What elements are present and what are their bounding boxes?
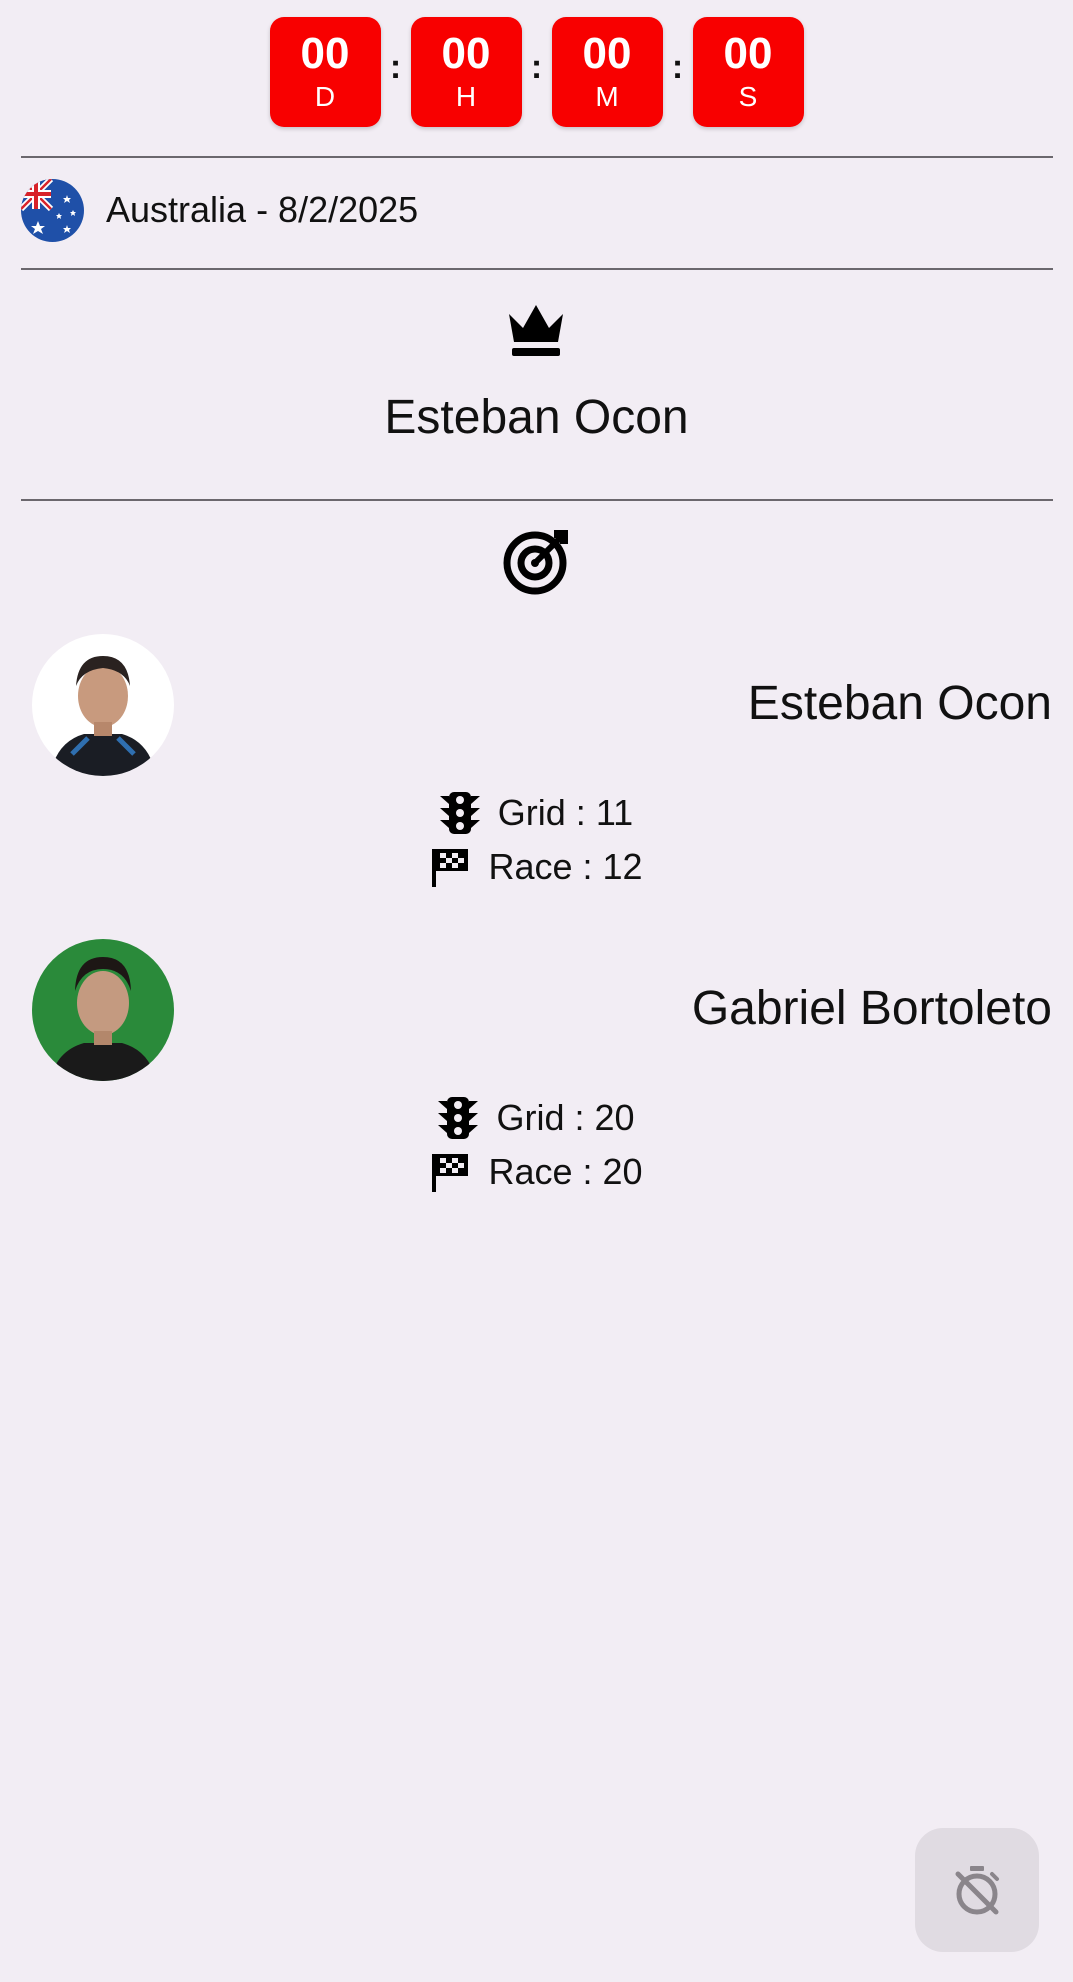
target-icon	[502, 526, 572, 596]
traffic-light-icon	[439, 792, 480, 834]
driver-name: Esteban Ocon	[747, 677, 1052, 730]
driver-card[interactable]: Esteban Ocon Grid : 11 Race : 12	[0, 634, 1073, 934]
race-stat: Race : 20	[0, 1151, 1073, 1193]
divider	[21, 156, 1053, 158]
grid-stat: Grid : 20	[0, 1097, 1073, 1139]
grid-stat: Grid : 11	[0, 792, 1073, 834]
countdown-seconds-value: 00	[723, 29, 773, 78]
driver-avatar	[32, 939, 174, 1081]
countdown-separator: :	[389, 48, 402, 86]
timer-off-icon	[955, 1866, 999, 1915]
countdown-separator: :	[671, 48, 684, 86]
countdown-minutes: 00 M	[551, 17, 663, 127]
countdown-days-value: 00	[300, 29, 350, 78]
countdown-seconds: 00 S	[692, 17, 804, 127]
countdown-days-unit: D	[314, 81, 336, 112]
countdown-hours-unit: H	[455, 81, 477, 112]
driver-avatar	[32, 634, 174, 776]
divider	[21, 268, 1053, 270]
countdown-minutes-value: 00	[582, 29, 632, 78]
checkered-flag-icon	[432, 1154, 469, 1192]
australia-flag-icon	[21, 178, 84, 242]
race-title: Australia - 8/2/2025	[106, 189, 419, 230]
driver-name: Gabriel Bortoleto	[691, 982, 1052, 1035]
countdown-separator: :	[530, 48, 543, 86]
traffic-light-icon	[438, 1097, 479, 1139]
timer-toggle-button[interactable]	[915, 1828, 1039, 1952]
countdown-timer: 00 D : 00 H : 00 M : 00 S	[0, 16, 1073, 128]
countdown-days: 00 D	[269, 17, 381, 127]
grid-position: Grid : 11	[497, 792, 634, 833]
countdown-seconds-unit: S	[738, 81, 758, 112]
race-stat: Race : 12	[0, 846, 1073, 888]
divider	[21, 499, 1053, 501]
grid-position: Grid : 20	[496, 1097, 635, 1138]
winner-name: Esteban Ocon	[384, 391, 689, 444]
countdown-minutes-unit: M	[595, 81, 619, 112]
race-position: Race : 12	[488, 846, 643, 887]
countdown-hours: 00 H	[410, 17, 522, 127]
race-position: Race : 20	[488, 1151, 643, 1192]
driver-card[interactable]: Gabriel Bortoleto Grid : 20 Race : 20	[0, 939, 1073, 1239]
race-header[interactable]: Australia - 8/2/2025	[21, 178, 418, 242]
crown-icon	[506, 302, 566, 358]
checkered-flag-icon	[432, 849, 469, 887]
countdown-hours-value: 00	[441, 29, 491, 78]
